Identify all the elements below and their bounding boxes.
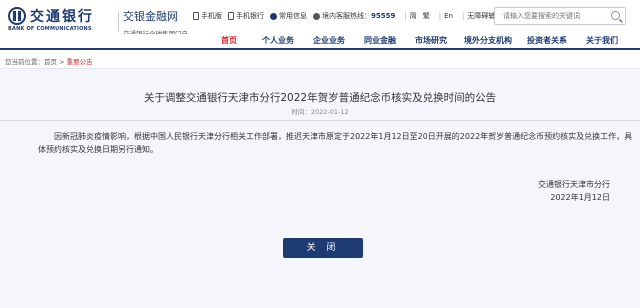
nav-home[interactable]: 首页: [214, 34, 244, 48]
mobile-site-link[interactable]: 手机版: [193, 11, 222, 21]
header-divider: [118, 12, 119, 32]
nav-overseas[interactable]: 境外分支机构: [460, 34, 516, 48]
nav-personal[interactable]: 个人业务: [258, 34, 298, 48]
mobile-icon: [228, 12, 234, 20]
nav-investor[interactable]: 投资者关系: [523, 34, 571, 48]
search-input[interactable]: [495, 8, 605, 24]
notice-signer: 交通银行天津市分行: [538, 180, 610, 189]
bank-logo[interactable]: 交通银行 BANK OF COMMUNICATIONS: [8, 7, 118, 32]
notice-body: 因新冠肺炎疫情影响，根据中国人民银行天津分行相关工作部署，推迟天津市原定于202…: [38, 132, 633, 154]
separator: |: [461, 12, 465, 20]
notice-date: 时间：2022-01-12: [291, 108, 349, 116]
info-icon: [270, 12, 277, 20]
faq-link[interactable]: 常用信息: [270, 11, 307, 21]
search-icon[interactable]: [611, 11, 620, 20]
mobile-site-label: 手机版: [201, 12, 222, 20]
close-button[interactable]: 关 闭: [283, 238, 363, 258]
main-nav: 首页 个人业务 企业业务 同业金融 市场研究 境外分支机构 投资者关系 关于我们: [0, 34, 640, 50]
mobile-bank-link[interactable]: 手机银行: [228, 11, 264, 21]
nav-corporate[interactable]: 企业业务: [309, 34, 349, 48]
title-divider: [0, 120, 640, 121]
nav-about[interactable]: 关于我们: [578, 34, 626, 48]
phone-icon: [193, 12, 199, 20]
nav-research[interactable]: 市场研究: [411, 34, 451, 48]
search-box: [494, 7, 626, 25]
lang-traditional[interactable]: 繁: [423, 11, 430, 21]
logo-chinese-name: 交通银行: [30, 9, 94, 25]
lang-english[interactable]: En: [444, 12, 453, 20]
notice-title: 关于调整交通银行天津市分行2022年贺岁普通纪念币核实及兑换时间的公告: [143, 92, 497, 104]
hotline: 境内客服热线： 95559: [313, 11, 395, 21]
separator: |: [438, 12, 442, 20]
notice-sign-date: 2022年1月12日: [550, 193, 610, 202]
top-links: 手机版 手机银行 常用信息 境内客服热线： 95559 | 简 繁 | En |…: [193, 10, 522, 22]
mobile-bank-label: 手机银行: [236, 12, 264, 20]
hotline-icon: [313, 12, 320, 20]
separator: |: [404, 12, 407, 20]
logo-english-name: BANK OF COMMUNICATIONS: [8, 26, 92, 32]
portal-title[interactable]: 交银金融网: [123, 8, 188, 24]
faq-label: 常用信息: [279, 12, 307, 20]
breadcrumb: 您当前位置：首页 > 重要公告: [5, 56, 93, 66]
nav-interbank[interactable]: 同业金融: [360, 34, 400, 48]
bocom-logo-icon: [8, 7, 26, 25]
hotline-label: 境内客服热线：: [322, 12, 371, 20]
lang-simplified[interactable]: 简: [410, 11, 417, 21]
breadcrumb-prefix[interactable]: 您当前位置：首页 >: [5, 58, 67, 66]
breadcrumb-current[interactable]: 重要公告: [67, 58, 93, 66]
site-header: 交通银行 BANK OF COMMUNICATIONS 交银金融网 交通银行全球…: [0, 0, 640, 38]
hotline-number: 95559: [371, 12, 396, 20]
